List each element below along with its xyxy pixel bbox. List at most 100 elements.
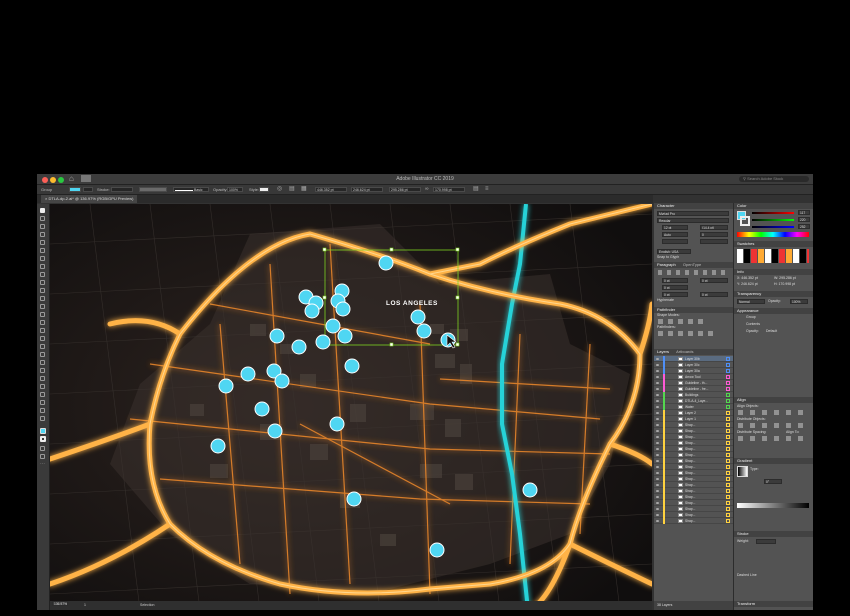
transparency-opacity-field[interactable]: 100% (790, 299, 808, 304)
layer-target-icon[interactable] (726, 423, 730, 427)
visibility-eye-icon[interactable] (656, 508, 659, 510)
paragraph-panel-header[interactable]: Paragraph OpenType (654, 262, 733, 268)
more-options-icon[interactable]: ≡ (485, 185, 489, 194)
first-line-indent-field[interactable]: 0 pt (662, 285, 688, 290)
shape-mode-buttons[interactable] (658, 319, 708, 324)
symbol-sprayer-tool-icon[interactable] (40, 376, 45, 381)
visibility-eye-icon[interactable] (656, 382, 659, 384)
height-field[interactable]: 170.998 pt (433, 187, 465, 192)
red-slider[interactable] (752, 212, 794, 214)
align-panel-header[interactable]: Align (734, 397, 813, 403)
visibility-eye-icon[interactable] (656, 454, 659, 456)
tracking-field[interactable]: 0 (700, 232, 728, 237)
curvature-tool-icon[interactable] (40, 240, 45, 245)
appearance-opacity-value[interactable]: Default (766, 329, 777, 334)
gradient-tool-icon[interactable] (40, 352, 45, 357)
color-panel-header[interactable]: Color (734, 203, 813, 209)
layer-target-icon[interactable] (726, 363, 730, 367)
blue-value-field[interactable]: 252 (798, 224, 810, 229)
visibility-eye-icon[interactable] (656, 412, 659, 414)
visibility-eye-icon[interactable] (656, 418, 659, 420)
artboard-tool-icon[interactable] (40, 392, 45, 397)
artboards-tab[interactable]: Artboards (676, 349, 693, 354)
layer-target-icon[interactable] (726, 495, 730, 499)
visibility-eye-icon[interactable] (656, 466, 659, 468)
space-after-field[interactable]: 0 pt (700, 292, 728, 297)
layer-target-icon[interactable] (726, 465, 730, 469)
layer-name[interactable]: Shap... (685, 518, 695, 524)
direct-selection-tool-icon[interactable] (40, 216, 45, 221)
paintbrush-tool-icon[interactable] (40, 272, 45, 277)
visibility-eye-icon[interactable] (656, 514, 659, 516)
isolate-group-icon[interactable]: ▤ (473, 185, 479, 194)
opacity-field[interactable]: 100% (227, 187, 243, 192)
layer-row[interactable]: Shap... (654, 518, 733, 524)
swatches-grid[interactable] (737, 249, 809, 263)
layer-target-icon[interactable] (726, 471, 730, 475)
line-segment-tool-icon[interactable] (40, 256, 45, 261)
blend-tool-icon[interactable] (40, 368, 45, 373)
color-stroke-swatch[interactable] (740, 216, 750, 226)
layer-target-icon[interactable] (726, 369, 730, 373)
visibility-eye-icon[interactable] (656, 400, 659, 402)
mesh-tool-icon[interactable] (40, 344, 45, 349)
blend-mode-dropdown[interactable]: Normal (737, 299, 765, 304)
vertical-scale-field[interactable] (662, 239, 688, 244)
eraser-tool-icon[interactable] (40, 288, 45, 293)
font-style-field[interactable]: Regular (657, 218, 729, 223)
layer-target-icon[interactable] (726, 519, 730, 523)
info-panel-header[interactable]: Info (734, 269, 813, 275)
stroke-swatch[interactable] (83, 187, 93, 192)
brush-definition-dropdown[interactable]: Basic (173, 187, 209, 192)
layer-target-icon[interactable] (726, 453, 730, 457)
pathfinder-buttons[interactable] (658, 331, 718, 336)
visibility-eye-icon[interactable] (656, 370, 659, 372)
kerning-field[interactable]: Auto (662, 232, 688, 237)
red-value-field[interactable]: 117 (798, 210, 810, 215)
fill-color-icon[interactable] (40, 428, 46, 434)
align-object-buttons[interactable] (738, 410, 808, 415)
visibility-eye-icon[interactable] (656, 394, 659, 396)
visibility-eye-icon[interactable] (656, 376, 659, 378)
pen-tool-icon[interactable] (40, 232, 45, 237)
layer-target-icon[interactable] (726, 459, 730, 463)
visibility-eye-icon[interactable] (656, 490, 659, 492)
artboard-canvas[interactable]: LOS ANGELES (50, 204, 652, 610)
magic-wand-tool-icon[interactable] (40, 224, 45, 229)
layer-target-icon[interactable] (726, 375, 730, 379)
color-spectrum[interactable] (737, 232, 809, 237)
layers-tab[interactable]: Layers (657, 349, 669, 354)
artboard-number[interactable]: 1 (84, 601, 86, 610)
visibility-eye-icon[interactable] (656, 520, 659, 522)
rectangle-tool-icon[interactable] (40, 264, 45, 269)
width-field[interactable]: 295.286 pt (389, 187, 421, 192)
dashed-line-checkbox[interactable]: Dashed Line (737, 573, 757, 578)
recolor-icon[interactable]: ◎ (277, 185, 282, 194)
transparency-panel-header[interactable]: Transparency (734, 291, 813, 297)
visibility-eye-icon[interactable] (656, 460, 659, 462)
appearance-contents-label[interactable]: Contents (746, 322, 760, 327)
variable-width-profile[interactable] (139, 187, 167, 192)
font-family-field[interactable]: Myriad Pro (657, 211, 729, 216)
fill-swatch[interactable] (69, 187, 81, 192)
blue-slider[interactable] (752, 226, 794, 228)
transform-panel-header[interactable]: Transform (734, 601, 813, 607)
green-slider[interactable] (752, 219, 794, 221)
distribute-spacing-buttons[interactable] (738, 436, 808, 441)
visibility-eye-icon[interactable] (656, 430, 659, 432)
graph-tool-icon[interactable] (40, 384, 45, 389)
visibility-eye-icon[interactable] (656, 388, 659, 390)
x-position-field[interactable]: 446.352 pt (315, 187, 347, 192)
visibility-eye-icon[interactable] (656, 478, 659, 480)
layer-target-icon[interactable] (726, 405, 730, 409)
swatches-panel-header[interactable]: Swatches (734, 241, 813, 247)
edit-toolbar-icon[interactable]: ⋯ (40, 462, 45, 467)
gradient-slider[interactable] (737, 503, 809, 508)
visibility-eye-icon[interactable] (656, 406, 659, 408)
hyphenate-checkbox[interactable]: Hyphenate (657, 298, 674, 303)
paragraph-alignment-buttons[interactable] (658, 270, 728, 275)
screen-mode-icon[interactable] (40, 454, 45, 459)
visibility-eye-icon[interactable] (656, 424, 659, 426)
width-tool-icon[interactable] (40, 312, 45, 317)
align-icon[interactable]: ▤ (289, 185, 295, 194)
